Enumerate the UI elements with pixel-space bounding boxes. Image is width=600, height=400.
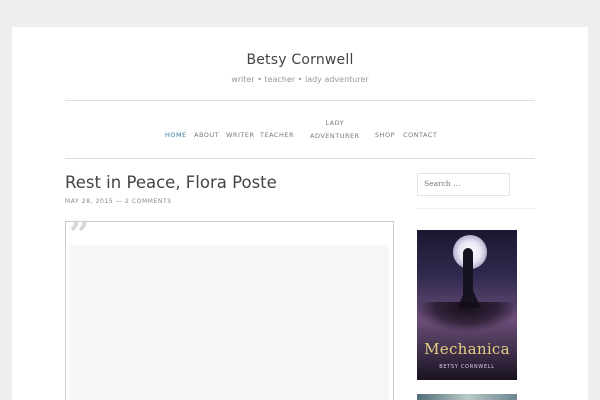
meta-separator: — <box>115 198 123 205</box>
nav-divider <box>65 158 535 159</box>
nav-item-home[interactable]: HOME <box>165 129 187 142</box>
nav-item-teacher[interactable]: TEACHER <box>260 129 294 142</box>
quote-block: ” <box>65 214 394 400</box>
second-book-cover-image[interactable] <box>417 394 517 400</box>
site-description: writer • teacher • lady adventurer <box>231 75 369 84</box>
nav-item-shop[interactable]: SHOP <box>375 129 395 142</box>
branch-silhouette <box>417 302 517 332</box>
sidebar-divider <box>417 208 535 209</box>
nav-item-about[interactable]: ABOUT <box>194 129 219 142</box>
search-input[interactable]: Search … <box>417 173 510 196</box>
post-meta: MAY 28, 2015 — 2 COMMENTS <box>65 198 172 205</box>
post-title[interactable]: Rest in Peace, Flora Poste <box>65 173 277 192</box>
nav-item-contact[interactable]: CONTACT <box>403 129 437 142</box>
quote-content <box>70 245 389 400</box>
page-container: Betsy Cornwell writer • teacher • lady a… <box>12 27 588 400</box>
nav-item-lady-adventurer[interactable]: LADY ADVENTURER <box>310 117 360 143</box>
post-date-link[interactable]: MAY 28, 2015 <box>65 198 113 205</box>
book-title: Mechanica <box>424 340 510 358</box>
comments-link[interactable]: 2 COMMENTS <box>125 198 172 205</box>
header-divider <box>65 100 535 101</box>
book-cover-image[interactable]: Mechanica BETSY CORNWELL <box>417 230 517 380</box>
nav-item-writer[interactable]: WRITER <box>226 129 254 142</box>
site-title[interactable]: Betsy Cornwell <box>12 52 588 68</box>
book-author: BETSY CORNWELL <box>439 364 495 370</box>
